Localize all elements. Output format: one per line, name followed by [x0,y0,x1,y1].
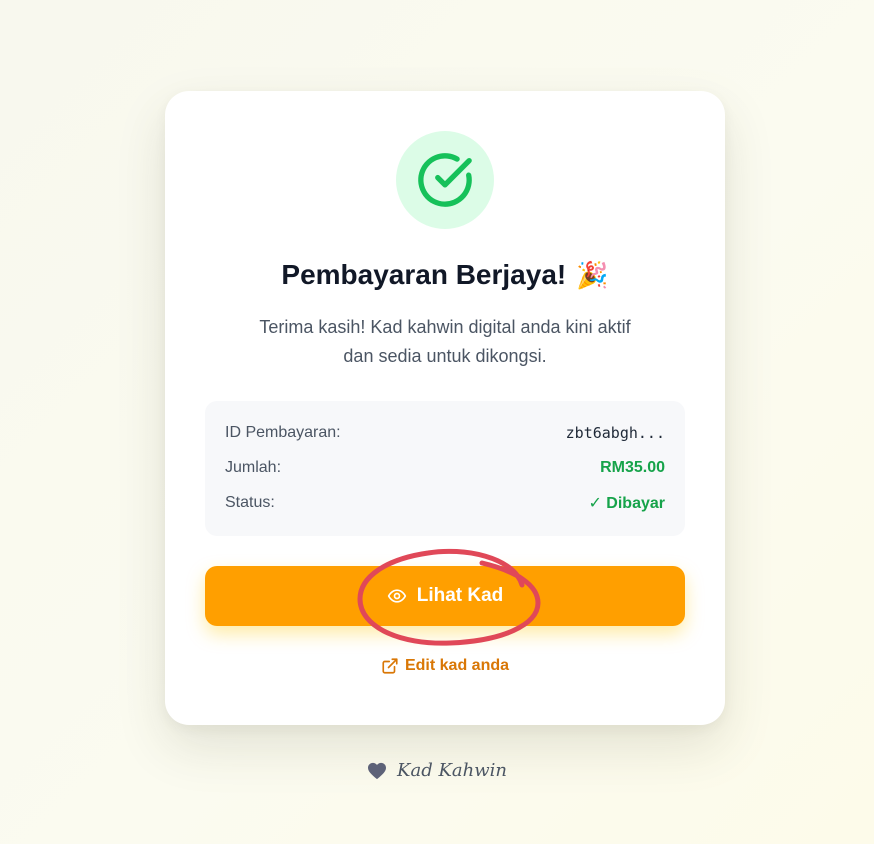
external-link-icon [382,658,398,674]
edit-card-label: Edit kad anda [404,657,510,674]
success-icon-badge [396,131,494,229]
amount-label: Jumlah: [225,459,282,476]
title-row: Pembayaran Berjaya! 🎉 [165,259,725,291]
payment-id-label: ID Pembayaran: [225,424,341,441]
amount-row: Jumlah: RM35.00 [225,456,665,480]
payment-id-value: zbt6abgh... [565,424,665,442]
amount-value: RM35.00 [600,459,665,476]
status-row: Status: ✓ Dibayar [225,491,665,515]
view-card-label: Lihat Kad [416,585,504,606]
page-title: Pembayaran Berjaya! [281,259,567,290]
party-popper-icon: 🎉 [576,259,609,290]
footer: Kad Kahwin [0,760,874,781]
status-label: Status: [225,494,275,511]
brand-name: Kad Kahwin [397,760,507,781]
edit-card-link[interactable]: Edit kad anda [165,657,725,675]
heart-icon [368,762,387,779]
eye-icon [387,589,406,603]
payment-id-row: ID Pembayaran: zbt6abgh... [225,421,665,445]
success-message-line: Terima kasih! Kad kahwin digital anda ki… [259,317,631,337]
payment-details: ID Pembayaran: zbt6abgh... Jumlah: RM35.… [205,401,685,536]
success-message-line: dan sedia untuk dikongsi. [343,346,547,366]
success-message: Terima kasih! Kad kahwin digital anda ki… [205,313,685,371]
view-card-button[interactable]: Lihat Kad [205,566,685,626]
success-card: Pembayaran Berjaya! 🎉 Terima kasih! Kad … [165,91,725,725]
check-circle-icon [418,153,472,207]
status-value: ✓ Dibayar [588,495,665,512]
